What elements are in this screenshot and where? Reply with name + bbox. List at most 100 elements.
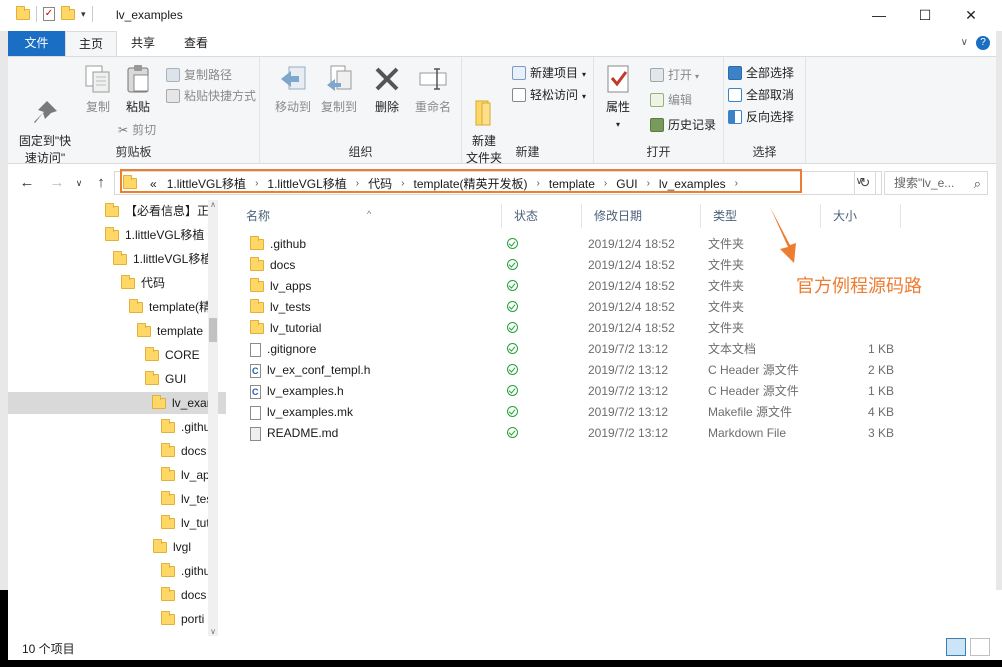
column-header-type[interactable]: 类型 [701, 204, 821, 228]
move-to-button[interactable]: 移动到 [270, 63, 316, 116]
file-type-cell: 文件夹 [708, 300, 745, 314]
scrollbar-thumb[interactable] [209, 318, 217, 342]
scroll-down-icon[interactable]: ∨ [208, 627, 218, 636]
tree-item[interactable]: lv_exam [8, 392, 226, 414]
file-size-cell: 3 KB [867, 426, 894, 440]
maximize-button[interactable]: ☐ [902, 0, 948, 31]
status-bar: 10 个项目 [8, 636, 996, 660]
tree-item[interactable]: 【必看信息】正 [105, 200, 209, 222]
scroll-up-icon[interactable]: ∧ [208, 200, 218, 209]
file-row[interactable]: lv_tests 2019/12/4 18:52 文件夹 [234, 297, 894, 318]
file-row[interactable]: lv_examples.mk 2019/7/2 13:12 Makefile 源文件… [234, 402, 894, 423]
search-input[interactable]: 搜索"lv_e... ⌕ [884, 171, 988, 195]
background-dark-corner [0, 590, 8, 667]
properties-button[interactable]: 属性 ▾ [602, 63, 634, 133]
tree-item[interactable]: lv_ap [161, 464, 210, 486]
tree-item[interactable]: lv_tut [161, 512, 210, 534]
tree-item[interactable]: 代码 [121, 272, 165, 294]
file-row[interactable]: lv_examples.h 2019/7/2 13:12 C Header 源文件 1… [234, 381, 894, 403]
history-button[interactable]: 历史记录 [650, 115, 716, 135]
copy-path-button[interactable]: 复制路径 [166, 65, 232, 85]
delete-button[interactable]: 删除 [368, 63, 406, 116]
forward-arrow-icon[interactable]: → [46, 172, 68, 194]
customize-qat-icon[interactable]: ▾ [81, 9, 86, 20]
tree-item[interactable]: lv_tes [161, 488, 212, 510]
folder-icon [161, 466, 175, 481]
group-label-organize: 组织 [348, 145, 373, 159]
navigation-scrollbar[interactable]: ∧ ∨ [208, 200, 218, 636]
c-header-file-icon [250, 361, 261, 382]
tab-view[interactable]: 查看 [171, 31, 221, 56]
file-row[interactable]: README.md 2019/7/2 13:12 Markdown File 3 KB [234, 423, 894, 444]
rename-button[interactable]: 重命名 [410, 63, 456, 116]
dropdown-arrow-icon: ▾ [695, 72, 700, 81]
copy-to-button[interactable]: 复制到 [316, 63, 362, 116]
open-button[interactable]: 打开 ▾ [650, 65, 699, 85]
copy-icon [82, 63, 114, 95]
new-item-button[interactable]: 新建项目 ▾ [512, 63, 586, 83]
copy-button[interactable]: 复制 [78, 63, 118, 116]
tree-item[interactable]: CORE [145, 344, 200, 366]
large-icons-view-icon[interactable] [970, 638, 990, 656]
tree-item[interactable]: porti [161, 608, 204, 630]
window-title: lv_examples [116, 8, 183, 22]
synced-check-icon [507, 385, 518, 396]
tree-item[interactable]: .githu [161, 560, 210, 582]
edit-button[interactable]: 编辑 [650, 90, 692, 110]
details-view-icon[interactable] [946, 638, 966, 656]
folder-icon [16, 5, 30, 20]
group-select: 全部选择 全部取消 反向选择 选择 [724, 57, 806, 163]
sync-status-cell [507, 423, 518, 444]
select-none-label: 全部取消 [746, 88, 795, 102]
group-label-open: 打开 [646, 145, 671, 159]
tree-item[interactable]: docs [161, 440, 206, 462]
date-modified-cell: 2019/7/2 13:12 [588, 384, 669, 398]
back-arrow-icon[interactable]: ← [16, 172, 38, 194]
file-row[interactable]: .gitignore 2019/7/2 13:12 文本文档 1 KB [234, 339, 894, 360]
column-header-size[interactable]: 大小 [821, 204, 901, 228]
invert-selection-button[interactable]: 反向选择 [728, 107, 794, 127]
minimize-button[interactable]: — [856, 0, 902, 31]
tab-file[interactable]: 文件 [8, 31, 65, 56]
new-folder-icon[interactable] [61, 5, 75, 20]
address-highlight-box [120, 169, 802, 193]
tab-share[interactable]: 共享 [119, 31, 167, 56]
file-row[interactable]: lv_apps 2019/12/4 18:52 文件夹 [234, 276, 894, 297]
up-arrow-icon[interactable]: ↑ [90, 172, 112, 194]
file-name-cell: lv_examples.h [250, 381, 344, 403]
sort-ascending-icon: ^ [367, 209, 372, 219]
tree-item[interactable]: 1.littleVGL移植 [105, 224, 204, 246]
tab-home[interactable]: 主页 [65, 31, 117, 56]
refresh-icon[interactable]: ↻ [854, 171, 876, 195]
file-type-cell: Makefile 源文件 [708, 405, 793, 419]
tree-item[interactable]: lvgl [153, 536, 191, 558]
tree-item[interactable]: 1.littleVGL移植 [113, 248, 212, 270]
column-header-name[interactable]: 名称 ^ [234, 204, 502, 228]
paste-shortcut-button[interactable]: 粘贴快捷方式 [166, 86, 256, 106]
chevron-down-icon[interactable]: ∨ [961, 37, 968, 48]
properties-icon[interactable]: ✓ [43, 7, 55, 21]
close-button[interactable]: ✕ [948, 0, 994, 31]
tree-item[interactable]: GUI [145, 368, 186, 390]
tree-item[interactable]: template(精 [129, 296, 211, 318]
help-icon[interactable]: ? [976, 36, 990, 50]
recent-locations-icon[interactable]: ∨ [68, 172, 90, 194]
file-name: docs [270, 258, 296, 272]
file-row[interactable]: lv_tutorial 2019/12/4 18:52 文件夹 [234, 318, 894, 339]
folder-icon [153, 538, 167, 553]
file-type-cell: C Header 源文件 [708, 384, 799, 398]
column-header-status[interactable]: 状态 [502, 204, 582, 228]
file-name-cell: README.md [250, 423, 338, 444]
select-none-button[interactable]: 全部取消 [728, 85, 794, 105]
tree-item[interactable]: template [137, 320, 203, 342]
file-name: .github [270, 237, 307, 251]
paste-button[interactable]: 粘贴 [118, 63, 158, 116]
file-row[interactable]: lv_ex_conf_templ.h 2019/7/2 13:12 C Header… [234, 360, 894, 382]
cut-button[interactable]: ✂ 剪切 [118, 120, 156, 140]
pin-icon [29, 80, 61, 123]
tree-item[interactable]: .githu [161, 416, 210, 438]
easy-access-button[interactable]: 轻松访问 ▾ [512, 85, 586, 105]
tree-item[interactable]: docs [161, 584, 206, 606]
column-header-date[interactable]: 修改日期 [582, 204, 701, 228]
select-all-button[interactable]: 全部选择 [728, 63, 794, 83]
